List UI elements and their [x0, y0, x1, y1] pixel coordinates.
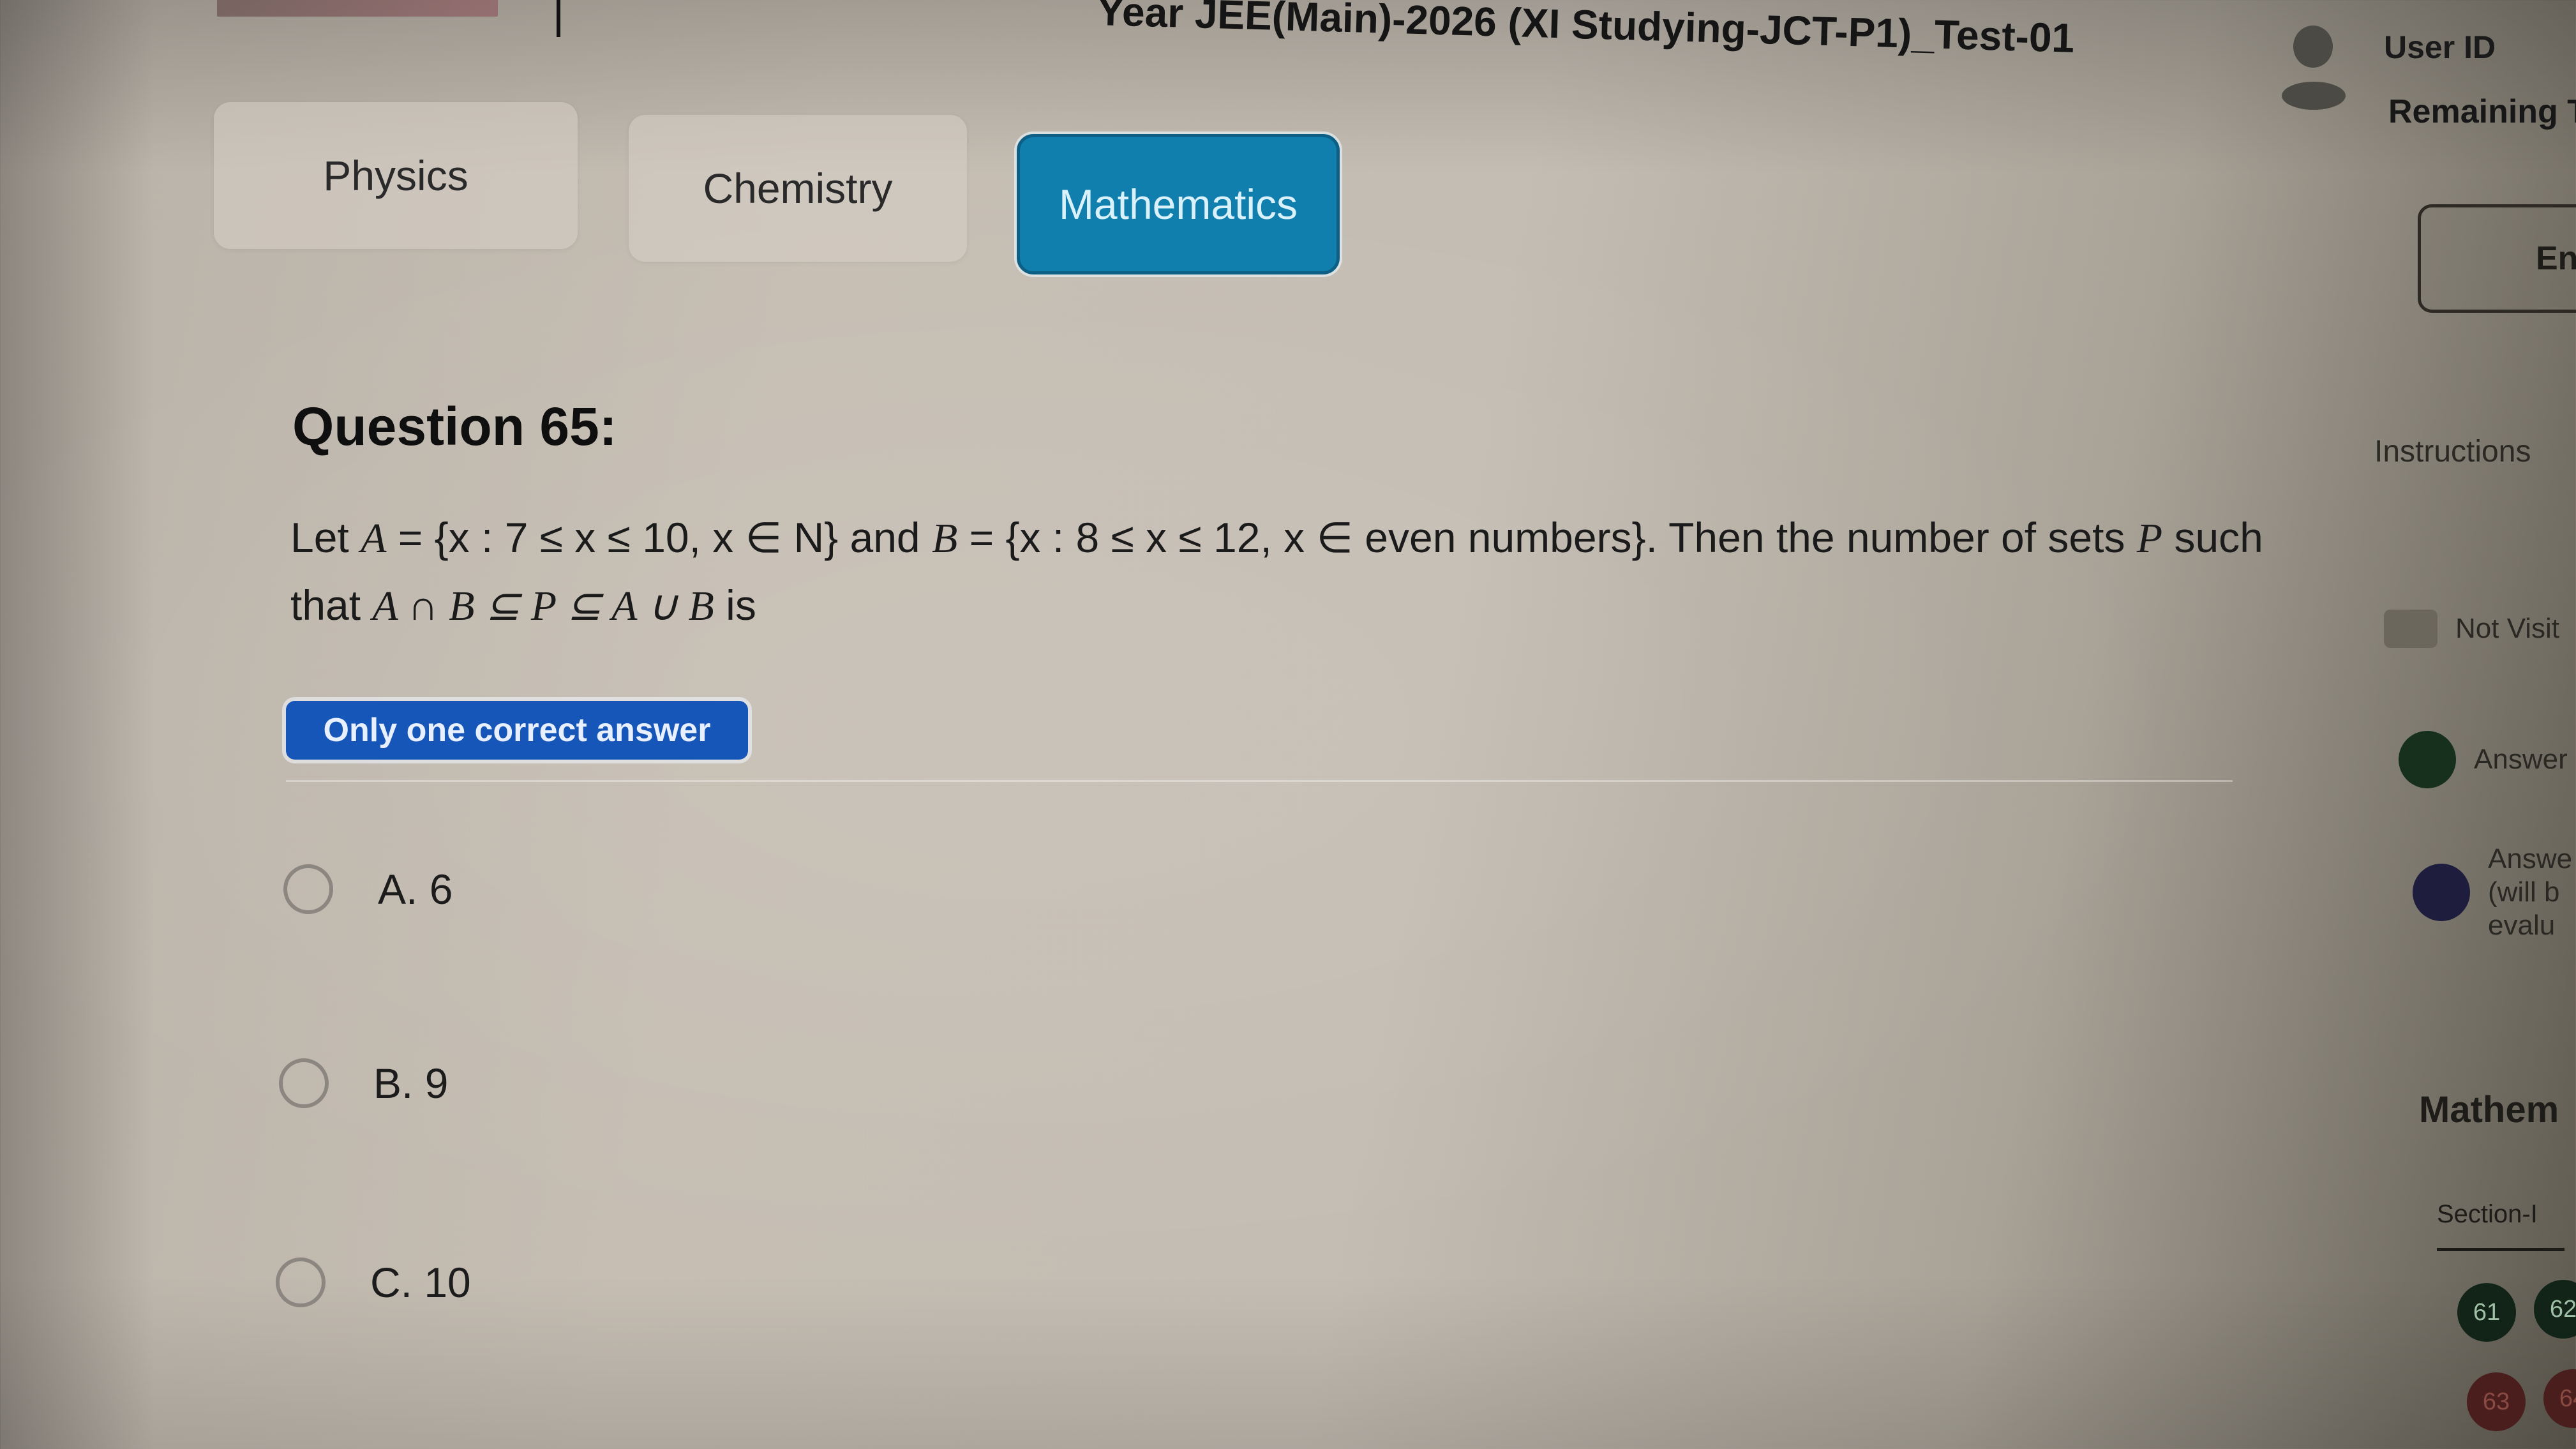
- answer-type-badge: Only one correct answer: [286, 701, 748, 760]
- question-text-part: is: [714, 582, 756, 629]
- not-visited-swatch: [2384, 610, 2437, 648]
- radio-button[interactable]: [276, 1258, 326, 1307]
- set-p-symbol: P: [2136, 515, 2163, 562]
- question-number-button[interactable]: 64: [2543, 1369, 2576, 1428]
- question-text-part: Let: [290, 514, 361, 561]
- option-a[interactable]: A. 6: [283, 864, 453, 914]
- set-relation: A ∩ B ⊆ P ⊆ A ∪ B: [372, 583, 714, 629]
- legend-answered: Answer: [2399, 731, 2568, 788]
- option-b[interactable]: B. 9: [279, 1058, 448, 1108]
- avatar-head: [2293, 26, 2333, 68]
- set-a-definition: = {x : 7 ≤ x ≤ 10, x ∈ N} and: [386, 514, 932, 561]
- radio-button[interactable]: [279, 1058, 329, 1108]
- avatar-body: [2282, 82, 2346, 110]
- radio-button[interactable]: [283, 864, 333, 914]
- remaining-time-label: Remaining Ti: [2388, 93, 2576, 130]
- end-test-button[interactable]: End: [2418, 204, 2576, 313]
- divider: [286, 780, 2233, 782]
- instructions-link[interactable]: Instructions: [2374, 434, 2531, 469]
- option-c[interactable]: C. 10: [276, 1258, 471, 1307]
- option-label: B. 9: [373, 1060, 449, 1107]
- option-label: A. 6: [378, 866, 453, 913]
- set-b-symbol: B: [931, 515, 958, 562]
- answered-swatch: [2399, 731, 2456, 788]
- header-divider: [557, 0, 560, 37]
- legend-not-visited: Not Visit: [2384, 610, 2559, 648]
- set-a-symbol: A: [361, 515, 387, 562]
- section-subject-title: Mathem: [2419, 1089, 2559, 1130]
- question-number-button[interactable]: 63: [2467, 1372, 2526, 1431]
- test-title: Year JEE(Main)-2026 (XI Studying-JCT-P1)…: [1096, 0, 2076, 61]
- brand-logo: [217, 0, 498, 17]
- legend-label: Answe (will b evalu: [2488, 843, 2573, 941]
- tab-mathematics[interactable]: Mathematics: [1017, 134, 1340, 274]
- tab-chemistry[interactable]: Chemistry: [629, 115, 967, 262]
- option-label: C. 10: [370, 1259, 471, 1306]
- section-tab[interactable]: Section-I: [2437, 1200, 2565, 1251]
- user-id-label: User ID: [2384, 29, 2496, 65]
- set-b-definition: = {x : 8 ≤ x ≤ 12, x ∈ even numbers}. Th…: [957, 514, 2137, 561]
- legend-label: Answer: [2474, 744, 2568, 775]
- question-text: Let A = {x : 7 ≤ x ≤ 10, x ∈ N} and B = …: [290, 504, 2269, 640]
- marked-swatch: [2413, 864, 2470, 921]
- question-heading: Question 65:: [292, 396, 617, 456]
- legend-answered-marked: Answe (will b evalu: [2413, 843, 2572, 942]
- user-avatar-icon: [2282, 26, 2352, 110]
- question-number-button[interactable]: 62: [2534, 1280, 2576, 1339]
- right-sidebar: User ID Remaining Ti End Instructions No…: [2247, 0, 2576, 1449]
- tab-physics[interactable]: Physics: [214, 102, 578, 249]
- legend-label: Not Visit: [2455, 613, 2560, 644]
- question-number-button[interactable]: 61: [2457, 1283, 2516, 1342]
